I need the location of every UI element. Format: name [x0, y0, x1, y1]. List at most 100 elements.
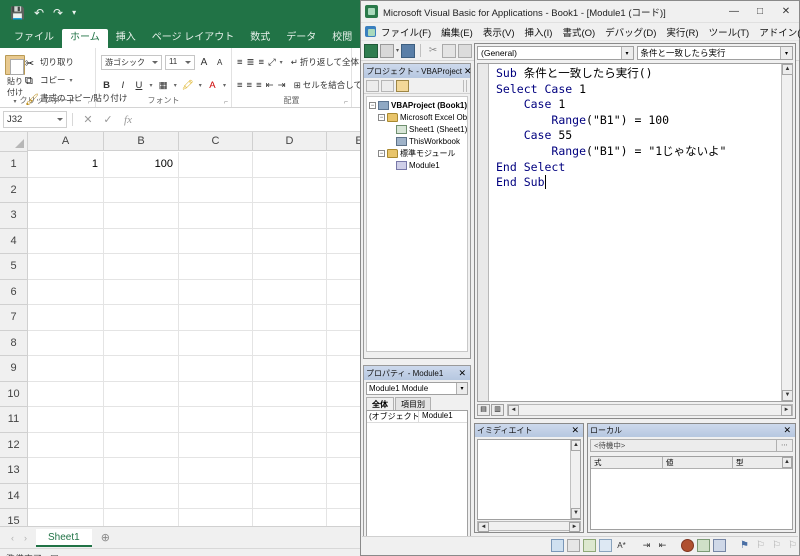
- tab-insert[interactable]: 挿入: [108, 29, 144, 48]
- cell-b6[interactable]: [104, 279, 179, 305]
- cell-c8[interactable]: [179, 330, 253, 356]
- column-header-d[interactable]: D: [253, 132, 327, 151]
- borders-button[interactable]: ▦: [158, 80, 169, 91]
- code-horizontal-scrollbar[interactable]: ◄ ►: [507, 404, 793, 416]
- cut-icon[interactable]: ✂: [426, 44, 440, 58]
- cell-a11[interactable]: [28, 407, 104, 433]
- scroll-up-icon[interactable]: ▲: [782, 457, 792, 468]
- cell-d14[interactable]: [253, 483, 327, 509]
- shrink-font-button[interactable]: A: [213, 58, 226, 67]
- tab-file[interactable]: ファイル: [6, 29, 62, 48]
- tab-home[interactable]: ホーム: [62, 29, 108, 48]
- fill-color-button[interactable]: 🖍: [182, 80, 194, 91]
- cell-b13[interactable]: [104, 458, 179, 484]
- cell-c6[interactable]: [179, 279, 253, 305]
- scroll-left-icon[interactable]: ◄: [478, 522, 489, 532]
- cell-a1[interactable]: 1: [28, 152, 104, 178]
- cell-a2[interactable]: [28, 177, 104, 203]
- cell-b8[interactable]: [104, 330, 179, 356]
- cell-c4[interactable]: [179, 228, 253, 254]
- cancel-icon[interactable]: ✕: [78, 113, 98, 126]
- cell-a5[interactable]: [28, 254, 104, 280]
- list-constants-icon[interactable]: [567, 539, 580, 552]
- prev-sheet-icon[interactable]: ‹: [6, 533, 19, 543]
- orientation-button[interactable]: ⤢: [268, 57, 276, 68]
- row-header-11[interactable]: 11: [0, 407, 28, 433]
- align-right-button[interactable]: ≡: [256, 80, 262, 91]
- locals-column-value[interactable]: 値: [663, 457, 733, 468]
- close-icon[interactable]: ✕: [569, 425, 581, 436]
- tree-node-standard-modules[interactable]: − 標準モジュール: [369, 147, 467, 159]
- cell-b5[interactable]: [104, 254, 179, 280]
- cell-b7[interactable]: [104, 305, 179, 331]
- cell-c1[interactable]: [179, 152, 253, 178]
- menu-view[interactable]: 表示(V): [478, 23, 520, 41]
- cell-b1[interactable]: 100: [104, 152, 179, 178]
- save-icon[interactable]: 💾: [10, 7, 25, 19]
- clipboard-dialog-launcher[interactable]: ⌐: [88, 99, 92, 106]
- cell-b3[interactable]: [104, 203, 179, 229]
- procedure-combo[interactable]: 条件と一致したら実行 ▾: [636, 46, 793, 60]
- row-header-3[interactable]: 3: [0, 203, 28, 229]
- tab-alphabetic[interactable]: 全体: [366, 397, 394, 410]
- view-code-icon[interactable]: [366, 79, 379, 92]
- copy-icon[interactable]: [442, 43, 457, 58]
- cell-c11[interactable]: [179, 407, 253, 433]
- tree-node-module1[interactable]: Module1: [369, 159, 467, 171]
- comment-block-icon[interactable]: [697, 539, 710, 552]
- row-header-13[interactable]: 13: [0, 458, 28, 484]
- code-vertical-scrollbar[interactable]: ▲ ▼: [781, 64, 793, 401]
- cell-b14[interactable]: [104, 483, 179, 509]
- project-tree[interactable]: − VBAProject (Book1) − Microsoft Excel O…: [366, 96, 468, 352]
- record-macro-icon[interactable]: ▣: [50, 553, 59, 556]
- property-row[interactable]: (オブジェクト名) Module1: [367, 411, 467, 423]
- cell-d4[interactable]: [253, 228, 327, 254]
- object-combo[interactable]: (General) ▾: [477, 46, 634, 60]
- chevron-down-icon[interactable]: ▾: [456, 383, 467, 394]
- column-header-a[interactable]: A: [28, 132, 104, 151]
- list-properties-icon[interactable]: [551, 539, 564, 552]
- property-value[interactable]: Module1: [419, 411, 467, 422]
- pane-grip[interactable]: [463, 79, 468, 92]
- cell-c7[interactable]: [179, 305, 253, 331]
- scroll-down-icon[interactable]: ▼: [571, 508, 581, 519]
- cell-a10[interactable]: [28, 381, 104, 407]
- properties-object-combo[interactable]: Module1 Module ▾: [366, 382, 468, 395]
- prev-bookmark-icon[interactable]: ⚐: [770, 539, 783, 552]
- menu-edit[interactable]: 編集(E): [436, 23, 478, 41]
- expander-icon[interactable]: −: [378, 113, 385, 121]
- cell-b11[interactable]: [104, 407, 179, 433]
- code-margin-indicator-bar[interactable]: [478, 64, 489, 401]
- column-header-c[interactable]: C: [179, 132, 253, 151]
- cell-b12[interactable]: [104, 432, 179, 458]
- cell-d10[interactable]: [253, 381, 327, 407]
- cell-d1[interactable]: [253, 152, 327, 178]
- font-dialog-launcher[interactable]: ⌐: [224, 99, 228, 106]
- procedure-view-icon[interactable]: ▤: [477, 404, 490, 416]
- cell-d7[interactable]: [253, 305, 327, 331]
- row-header-9[interactable]: 9: [0, 356, 28, 382]
- font-color-button[interactable]: A: [207, 80, 218, 91]
- cell-d3[interactable]: [253, 203, 327, 229]
- add-sheet-button[interactable]: ⊕: [92, 531, 119, 544]
- cell-a9[interactable]: [28, 356, 104, 382]
- cell-b4[interactable]: [104, 228, 179, 254]
- menu-addins[interactable]: アドイン(A): [754, 23, 800, 41]
- cell-a6[interactable]: [28, 279, 104, 305]
- cell-b10[interactable]: [104, 381, 179, 407]
- menu-debug[interactable]: デバッグ(D): [600, 23, 661, 41]
- chevron-down-icon[interactable]: ▾: [620, 47, 633, 59]
- row-header-5[interactable]: 5: [0, 254, 28, 280]
- menu-format[interactable]: 書式(O): [557, 23, 600, 41]
- tree-node-excel-objects[interactable]: − Microsoft Excel Objects: [369, 111, 467, 123]
- parameter-info-icon[interactable]: [599, 539, 612, 552]
- align-bottom-button[interactable]: ≡: [259, 57, 265, 68]
- minimize-button[interactable]: —: [721, 1, 747, 22]
- tree-node-sheet1[interactable]: Sheet1 (Sheet1): [369, 123, 467, 135]
- tab-review[interactable]: 校閲: [324, 29, 360, 48]
- row-header-4[interactable]: 4: [0, 228, 28, 254]
- cell-c2[interactable]: [179, 177, 253, 203]
- row-header-6[interactable]: 6: [0, 279, 28, 305]
- scroll-right-icon[interactable]: ►: [569, 522, 580, 532]
- cell-d15[interactable]: [253, 509, 327, 526]
